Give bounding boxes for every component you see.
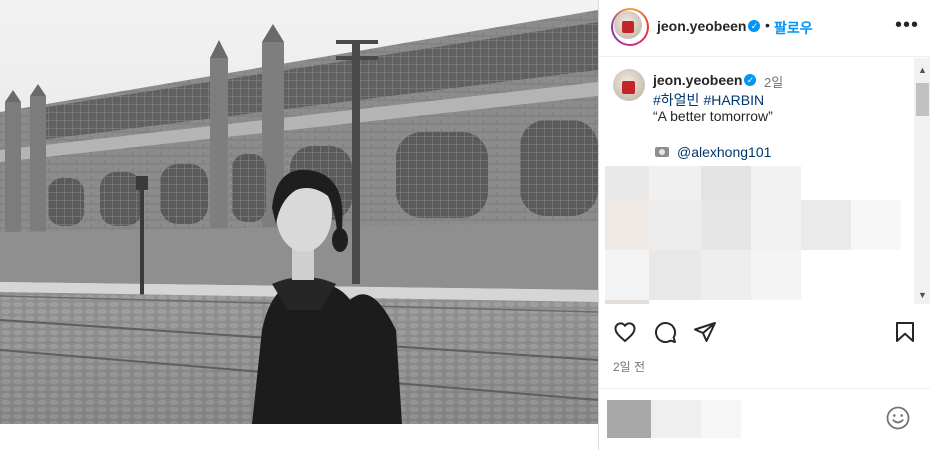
camera-icon [655, 147, 669, 158]
verified-badge-icon: ✓ [748, 20, 761, 33]
send-icon[interactable] [693, 320, 721, 348]
author-username-text[interactable]: jeon.yeobeen [657, 18, 746, 34]
post-photo[interactable] [0, 0, 598, 424]
author-avatar[interactable] [611, 8, 649, 46]
caption-username[interactable]: jeon.yeobeen ✓ [653, 72, 757, 88]
post-actions [599, 318, 930, 350]
scroll-up-arrow-icon[interactable]: ▲ [914, 62, 930, 79]
verified-badge-icon: ✓ [744, 74, 757, 87]
comments-section: jeon.yeobeen ✓ 2일 #하얼빈 #HARBIN “A better t… [599, 58, 930, 304]
header-separator: • [765, 17, 770, 33]
bookmark-icon[interactable] [893, 320, 921, 348]
caption-hashtags: #하얼빈 #HARBIN [653, 90, 768, 110]
caption-time[interactable]: 2일 [764, 72, 783, 91]
post-timestamp[interactable]: 2일 전 [613, 358, 645, 375]
photo-image [0, 0, 598, 424]
comments-scrollbar[interactable]: ▲ ▼ [914, 58, 930, 304]
hashtag-link[interactable]: #하얼빈 [653, 92, 699, 108]
photo-credit: @alexhong101 [655, 144, 771, 160]
follow-button[interactable]: 팔로우 [774, 18, 813, 38]
more-options-icon[interactable]: ••• [895, 15, 919, 38]
post-header: jeon.yeobeen ✓ • 팔로우 ••• [599, 0, 930, 57]
hashtag-link[interactable]: #HARBIN [703, 92, 764, 108]
emoji-icon[interactable] [885, 405, 911, 431]
author-username[interactable]: jeon.yeobeen ✓ [657, 18, 761, 34]
caption-avatar[interactable] [613, 69, 645, 101]
scroll-down-arrow-icon[interactable]: ▼ [914, 287, 930, 304]
post-detail-panel: jeon.yeobeen ✓ • 팔로우 ••• jeon.yeobeen ✓ 2일… [598, 0, 930, 450]
comment-icon[interactable] [653, 320, 681, 348]
caption-text: “A better tomorrow” [653, 108, 773, 124]
scroll-thumb[interactable] [916, 83, 929, 116]
caption-username-text[interactable]: jeon.yeobeen [653, 72, 742, 88]
credit-handle-link[interactable]: @alexhong101 [677, 144, 771, 160]
heart-icon[interactable] [613, 320, 641, 348]
composer-divider [599, 388, 930, 389]
